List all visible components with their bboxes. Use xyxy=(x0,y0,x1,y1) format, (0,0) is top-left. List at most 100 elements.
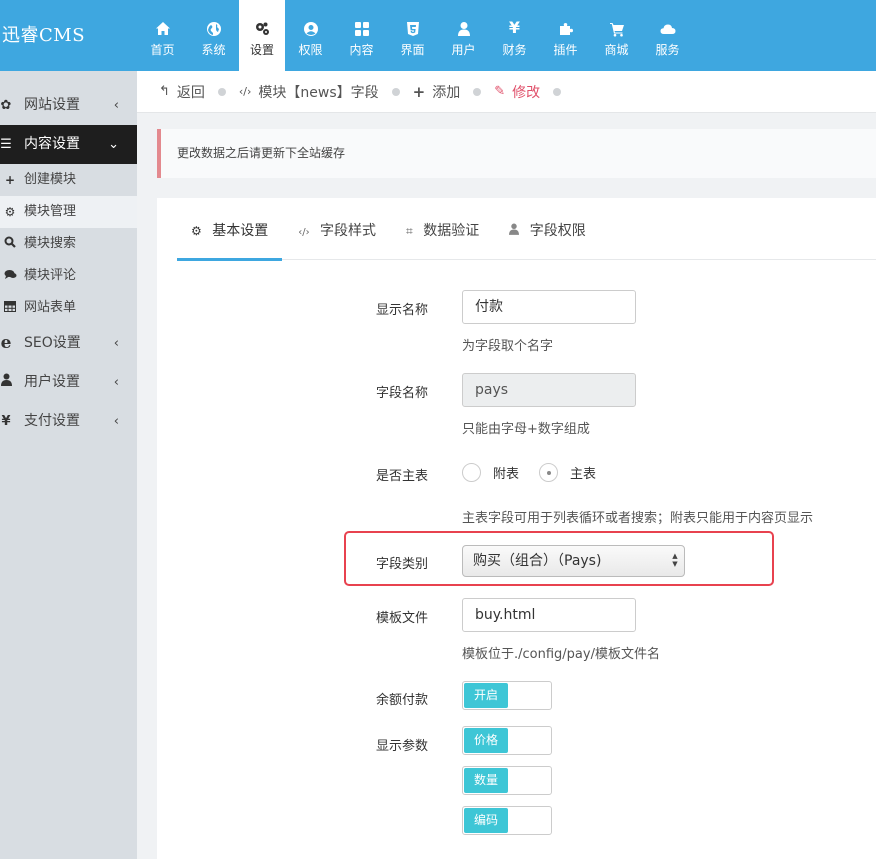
param-quantity-toggle[interactable]: 数量 xyxy=(462,766,552,795)
sidebar-subitem-create-module[interactable]: + 创建模块 xyxy=(0,164,137,196)
display-name-label: 显示名称 xyxy=(376,303,429,318)
display-name-help: 为字段取个名字 xyxy=(462,339,554,354)
tab-label: 字段样式 xyxy=(320,223,377,239)
breadcrumb-separator xyxy=(391,87,400,96)
breadcrumb: ↰ 返回 ‹/› 模块【news】字段 + 添加 ✎ 修改 xyxy=(137,71,876,113)
radio-main-table[interactable]: 主表 xyxy=(539,463,596,482)
sidebar-item-label: 内容设置 xyxy=(24,136,80,152)
user-icon xyxy=(0,363,14,402)
sidebar-subitem-label: 网站表单 xyxy=(24,300,77,315)
nav-item-home[interactable]: 首页 xyxy=(137,0,188,71)
breadcrumb-edit[interactable]: ✎ 修改 xyxy=(494,82,540,102)
chevron-left-icon: ‹ xyxy=(113,98,119,113)
breadcrumb-label: 修改 xyxy=(512,84,541,101)
home-icon xyxy=(137,18,188,38)
nav-item-service[interactable]: 服务 xyxy=(642,0,693,71)
user-circle-icon xyxy=(285,18,336,38)
code-icon: ‹/› xyxy=(298,227,310,238)
user-icon xyxy=(509,223,520,238)
tab-field-permission[interactable]: 字段权限 xyxy=(495,198,599,260)
sidebar-item-content-settings[interactable]: ☰ 内容设置 ⌄ xyxy=(0,125,137,164)
gears-icon: ⚙ xyxy=(4,205,16,219)
chevron-down-icon: ⌄ xyxy=(108,137,119,152)
breadcrumb-add[interactable]: + 添加 xyxy=(413,82,461,102)
toggle-on-label: 开启 xyxy=(464,683,508,708)
cloud-icon xyxy=(642,18,693,38)
nav-item-finance[interactable]: ¥ 财务 xyxy=(489,0,540,71)
sidebar-item-seo-settings[interactable]: e SEO设置 ‹ xyxy=(0,324,137,363)
field-name-help: 只能由字母+数字组成 xyxy=(462,422,590,437)
nav-item-interface[interactable]: 界面 xyxy=(387,0,438,71)
breadcrumb-separator xyxy=(553,87,562,96)
brand-logo[interactable]: 迅睿CMS xyxy=(0,0,140,71)
sidebar-item-site-settings[interactable]: ✿ 网站设置 ‹ xyxy=(0,86,137,125)
nav-item-settings[interactable]: 设置 xyxy=(239,0,285,71)
edit-icon: ✎ xyxy=(494,84,506,99)
radio-circle xyxy=(462,463,481,482)
nav-label: 用户 xyxy=(451,43,476,57)
yen-icon: ¥ xyxy=(508,18,521,37)
sidebar-item-label: SEO设置 xyxy=(24,335,81,351)
sidebar-subitem-module-search[interactable]: 模块搜索 xyxy=(0,228,137,260)
field-name-input: pays xyxy=(462,373,636,407)
nav-item-content[interactable]: 内容 xyxy=(336,0,387,71)
balance-payment-label: 余额付款 xyxy=(376,693,429,708)
breadcrumb-label: 模块【news】字段 xyxy=(258,84,379,101)
is-main-table-label: 是否主表 xyxy=(376,469,429,484)
top-nav: 首页 系统 设置 权限 内容 界面 用户 ¥ 财务 插件 商城 服务 xyxy=(137,0,693,71)
radio-circle-checked xyxy=(539,463,558,482)
chevron-left-icon: ‹ xyxy=(113,375,119,390)
grid-icon xyxy=(336,18,387,38)
toggle-label: 数量 xyxy=(464,768,508,793)
is-main-table-help: 主表字段可用于列表循环或者搜索；附表只能用于内容页显示 xyxy=(462,511,814,526)
cache-alert: 更改数据之后请更新下全站缓存 xyxy=(157,129,876,178)
template-file-help: 模板位于./config/pay/模板文件名 xyxy=(462,647,660,662)
nav-item-permission[interactable]: 权限 xyxy=(285,0,336,71)
radio-sub-table[interactable]: 附表 xyxy=(462,463,519,482)
gears-icon xyxy=(239,18,285,38)
tab-label: 基本设置 xyxy=(212,223,269,239)
sidebar-subitem-module-comments[interactable]: 模块评论 xyxy=(0,260,137,292)
breadcrumb-back[interactable]: ↰ 返回 xyxy=(159,82,205,102)
nav-item-system[interactable]: 系统 xyxy=(188,0,239,71)
nav-item-plugins[interactable]: 插件 xyxy=(540,0,591,71)
template-file-label: 模板文件 xyxy=(376,611,429,626)
list-icon: ☰ xyxy=(0,137,12,152)
sidebar: ✿ 网站设置 ‹ ☰ 内容设置 ⌄ + 创建模块 ⚙ 模块管理 模块搜索 模块评… xyxy=(0,71,137,859)
sidebar-item-user-settings[interactable]: 用户设置 ‹ xyxy=(0,363,137,402)
breadcrumb-label: 返回 xyxy=(176,84,205,101)
chevron-left-icon: ‹ xyxy=(113,336,119,351)
breadcrumb-label: 添加 xyxy=(432,84,461,101)
radio-label: 附表 xyxy=(493,467,520,482)
display-params-label: 显示参数 xyxy=(376,739,429,754)
sidebar-subitem-label: 模块评论 xyxy=(24,268,77,283)
nav-item-users[interactable]: 用户 xyxy=(438,0,489,71)
nav-label: 系统 xyxy=(201,43,226,57)
display-name-input[interactable]: 付款 xyxy=(462,290,636,324)
sidebar-subitem-site-forms[interactable]: 网站表单 xyxy=(0,292,137,324)
nav-label: 界面 xyxy=(400,43,425,57)
toggle-label: 编码 xyxy=(464,808,508,833)
radio-label: 主表 xyxy=(570,467,597,482)
tab-data-validation[interactable]: ⌗ 数据验证 xyxy=(392,198,493,260)
puzzle-icon xyxy=(540,18,591,38)
tab-basic-settings[interactable]: ⚙ 基本设置 xyxy=(177,198,283,261)
nav-label: 插件 xyxy=(553,43,578,57)
param-code-toggle[interactable]: 编码 xyxy=(462,806,552,835)
template-file-input[interactable]: buy.html xyxy=(462,598,636,632)
field-type-select[interactable]: 购买（组合）（Pays) ▲ ▼ xyxy=(462,545,685,577)
nav-label: 财务 xyxy=(502,43,527,57)
balance-payment-toggle[interactable]: 开启 xyxy=(462,681,552,710)
nav-label: 权限 xyxy=(298,43,323,57)
nav-label: 内容 xyxy=(349,43,374,57)
nav-item-shop[interactable]: 商城 xyxy=(591,0,642,71)
tab-field-style[interactable]: ‹/› 字段样式 xyxy=(284,198,390,260)
sidebar-subitem-module-manage[interactable]: ⚙ 模块管理 xyxy=(0,196,137,228)
sidebar-item-payment-settings[interactable]: ¥ 支付设置 ‹ xyxy=(0,402,137,441)
param-price-toggle[interactable]: 价格 xyxy=(462,726,552,755)
search-icon xyxy=(2,228,18,260)
nav-label: 首页 xyxy=(150,43,175,57)
sidebar-item-label: 支付设置 xyxy=(24,413,80,429)
breadcrumb-module-field[interactable]: ‹/› 模块【news】字段 xyxy=(239,82,379,102)
plus-icon: + xyxy=(412,82,426,101)
